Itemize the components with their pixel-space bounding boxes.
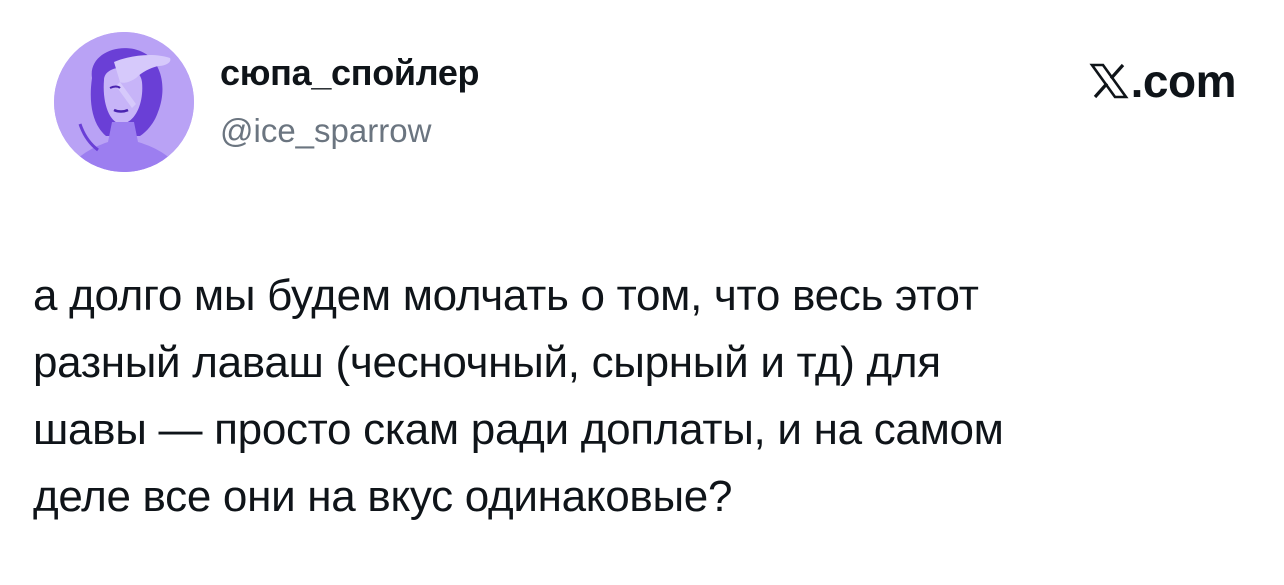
brand-logo: .com bbox=[1089, 55, 1237, 107]
x-logo-icon bbox=[1089, 63, 1129, 99]
brand-suffix: .com bbox=[1130, 55, 1237, 107]
tweet-text: а долго мы будем молчать о том, что весь… bbox=[33, 271, 1004, 521]
author-display-name[interactable]: сюпа_спойлер bbox=[220, 52, 480, 94]
avatar-portrait-icon bbox=[54, 32, 194, 172]
avatar[interactable] bbox=[54, 32, 194, 172]
author-handle[interactable]: @ice_sparrow bbox=[220, 112, 431, 150]
